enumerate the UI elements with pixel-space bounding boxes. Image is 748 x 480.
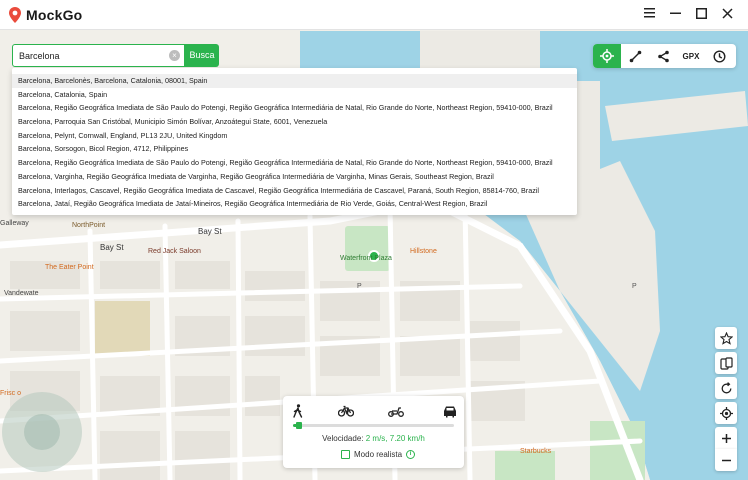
route-line-icon	[629, 50, 641, 62]
two-spot-mode-button[interactable]	[621, 44, 649, 68]
suggestion-item[interactable]: Barcelona, Barcelonès, Barcelona, Catalo…	[12, 74, 577, 88]
parking-label: P	[632, 283, 637, 290]
share-icon	[657, 50, 669, 62]
side-toolbar	[715, 327, 737, 427]
locate-button[interactable]	[715, 402, 737, 424]
joystick[interactable]	[2, 392, 82, 472]
speed-panel: Velocidade: 2 m/s, 7.20 km/h Modo realis…	[283, 396, 464, 468]
poi-label: NorthPoint	[72, 222, 106, 229]
crosshair-icon	[600, 49, 614, 63]
speed-slider-thumb[interactable]	[296, 422, 302, 429]
close-icon[interactable]	[720, 6, 734, 20]
search-button[interactable]: Busca	[185, 44, 219, 67]
realistic-mode-toggle[interactable]: Modo realista i	[341, 450, 416, 459]
suggestion-item[interactable]: Barcelona, Catalonia, Spain	[12, 88, 577, 102]
reset-button[interactable]	[715, 377, 737, 399]
street-label: Bay St	[198, 227, 222, 236]
devices-icon	[719, 356, 733, 370]
speed-slider[interactable]	[293, 422, 454, 429]
teleport-mode-button[interactable]	[593, 44, 621, 68]
star-icon	[719, 331, 733, 345]
poi-label: Hillstone	[410, 248, 437, 255]
title-bar: MockGo	[0, 0, 748, 30]
locate-icon	[719, 406, 733, 420]
app-logo: MockGo	[8, 6, 82, 24]
suggestion-item[interactable]: Barcelona, Pelynt, Cornwall, England, PL…	[12, 129, 577, 143]
multi-spot-mode-button[interactable]	[649, 44, 677, 68]
poi-label: Red Jack Saloon	[148, 248, 201, 255]
zoom-in-button[interactable]	[715, 427, 737, 449]
suggestion-item[interactable]: Barcelona, Região Geográfica Imediata de…	[12, 101, 577, 115]
clear-icon[interactable]: ×	[169, 50, 180, 61]
minus-icon	[721, 459, 731, 461]
zoom-out-button[interactable]	[715, 449, 737, 471]
info-icon[interactable]: i	[406, 450, 416, 459]
maximize-icon[interactable]	[694, 6, 708, 20]
suggestion-item[interactable]: Barcelona, Região Geográfica Imediata de…	[12, 156, 577, 170]
street-label: Vandewate	[4, 290, 39, 297]
refresh-icon	[721, 381, 731, 393]
plus-icon	[721, 433, 731, 443]
joystick-handle[interactable]	[24, 414, 60, 450]
realistic-mode-label: Modo realista	[354, 450, 403, 459]
poi-label: Frisc o	[0, 390, 21, 397]
scooter-icon[interactable]	[387, 403, 405, 419]
location-pin-icon	[9, 7, 21, 23]
realistic-mode-checkbox[interactable]	[341, 450, 350, 459]
suggestion-item[interactable]: Barcelona, Sorsogon, Bicol Region, 4712,…	[12, 142, 577, 156]
search-box: ×	[12, 44, 185, 67]
app-name: MockGo	[26, 7, 83, 23]
parking-label: P	[357, 283, 362, 290]
poi-label: Galleway	[0, 220, 29, 227]
clock-icon	[712, 49, 726, 63]
search-input[interactable]	[19, 48, 169, 64]
mode-toolbar: GPX	[593, 44, 736, 68]
poi-label: The Eater Point	[45, 264, 94, 271]
minimize-icon[interactable]	[668, 6, 682, 20]
menu-icon[interactable]	[642, 6, 656, 20]
poi-label: Waterfront Plaza	[340, 255, 392, 262]
suggestion-item[interactable]: Barcelona, Interlagos, Cascavel, Região …	[12, 184, 577, 198]
street-label: Bay St	[100, 243, 124, 252]
bicycle-icon[interactable]	[337, 403, 355, 419]
suggestion-item[interactable]: Barcelona, Parroquia San Cristóbal, Muni…	[12, 115, 577, 129]
speed-label: Velocidade:	[322, 434, 364, 443]
speed-value: 2 m/s, 7.20 km/h	[365, 434, 425, 443]
history-button[interactable]	[705, 44, 733, 68]
suggestions-dropdown: Barcelona, Barcelonès, Barcelona, Catalo…	[12, 68, 577, 215]
walk-icon[interactable]	[289, 403, 307, 419]
favorite-button[interactable]	[715, 327, 737, 349]
device-button[interactable]	[715, 352, 737, 374]
speed-readout: Velocidade: 2 m/s, 7.20 km/h	[283, 434, 464, 443]
suggestion-item[interactable]: Barcelona, Varginha, Região Geográfica I…	[12, 170, 577, 184]
zoom-controls	[715, 427, 737, 474]
car-icon[interactable]	[441, 403, 459, 419]
gpx-button[interactable]: GPX	[677, 44, 705, 68]
poi-label: Starbucks	[520, 448, 552, 455]
suggestion-item[interactable]: Barcelona, Jataí, Região Geográfica Imed…	[12, 197, 577, 211]
transport-modes	[283, 403, 464, 419]
